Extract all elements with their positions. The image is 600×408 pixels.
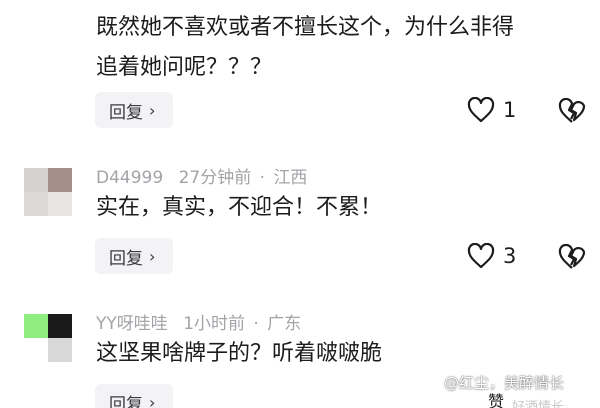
- avatar-pixel: [24, 168, 48, 192]
- comment-text-line: 追着她问呢？？？: [96, 55, 273, 80]
- avatar-pixel: [48, 192, 72, 216]
- avatar[interactable]: [24, 168, 72, 216]
- avatar-pixel: [24, 192, 48, 216]
- username[interactable]: D44999: [96, 168, 163, 188]
- comment-list: 既然她不喜欢或者不擅长这个，为什么非得 追着她问呢？？？ 回复 › 1 D449…: [0, 0, 600, 408]
- chevron-right-icon: ›: [149, 246, 156, 266]
- like-button[interactable]: 1: [467, 97, 516, 123]
- avatar-pixel: [24, 0, 48, 24]
- timestamp: 27分钟前: [178, 168, 252, 188]
- meta-separator: ·: [259, 168, 266, 188]
- comment-text-line: 既然她不喜欢或者不擅长这个，为什么非得: [96, 15, 515, 40]
- like-count: 3: [503, 244, 517, 268]
- reply-button[interactable]: 回复 ›: [95, 92, 173, 128]
- avatar-pixel: [48, 314, 72, 338]
- watermark: @红尘，美醉情长: [444, 374, 565, 392]
- broken-heart-icon[interactable]: [558, 98, 586, 124]
- heart-outline-icon: [467, 97, 495, 123]
- like-count: 1: [503, 98, 517, 122]
- heart-outline-icon: [467, 243, 495, 269]
- reply-button[interactable]: 回复 ›: [95, 238, 173, 274]
- avatar-pixel: [24, 314, 48, 338]
- comment-text-line: 实在，真实，不迎合！不累！: [96, 195, 383, 220]
- broken-heart-icon[interactable]: [558, 244, 586, 270]
- avatar-pixel: [24, 338, 48, 362]
- avatar-pixel: [48, 168, 72, 192]
- avatar[interactable]: [24, 314, 72, 362]
- comment-meta: D44999 27分钟前 · 江西: [96, 163, 307, 188]
- region: 广东: [267, 314, 302, 334]
- reply-label: 回复: [109, 248, 143, 269]
- username[interactable]: YY呀哇哇: [96, 314, 168, 334]
- timestamp: 1小时前: [183, 314, 246, 334]
- avatar-pixel: [48, 0, 72, 24]
- reply-button[interactable]: 回复 ›: [95, 384, 173, 408]
- chevron-right-icon: ›: [149, 392, 156, 408]
- meta-separator: ·: [253, 314, 259, 334]
- reply-label: 回复: [109, 394, 143, 408]
- watermark-sub: 好酒情长: [512, 400, 565, 408]
- chevron-right-icon: ›: [149, 100, 156, 120]
- avatar-pixel: [48, 338, 72, 362]
- reply-label: 回复: [109, 102, 143, 123]
- region: 江西: [273, 168, 308, 188]
- comment-meta: YY呀哇哇 1小时前 · 广东: [96, 309, 301, 334]
- avatar[interactable]: [24, 0, 72, 24]
- like-button[interactable]: 3: [467, 243, 516, 269]
- comment-text-line: 这坚果啥牌子的？听着啵啵脆: [96, 341, 383, 366]
